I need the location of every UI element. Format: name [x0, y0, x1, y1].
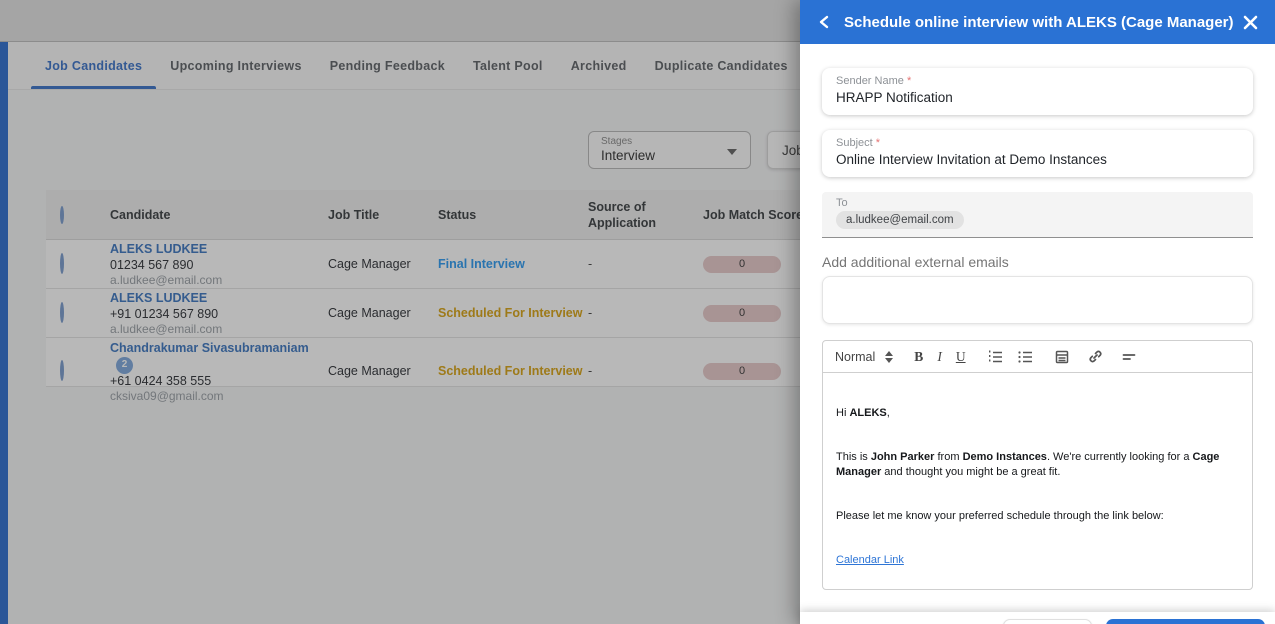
underline-button[interactable]: U — [956, 349, 966, 365]
drawer-title: Schedule online interview with ALEKS (Ca… — [844, 13, 1234, 31]
subject-label: Subject * — [836, 137, 881, 149]
required-asterisk: * — [906, 75, 912, 87]
subject-field[interactable]: Subject * Online Interview Invitation at… — [822, 130, 1253, 177]
additional-emails-label: Add additional external emails — [822, 254, 1009, 270]
to-label: To — [836, 197, 848, 209]
sender-name-label: Sender Name * — [836, 75, 912, 87]
drawer-footer: Cancel Schedule Interview — [800, 612, 1275, 624]
ordered-list-icon[interactable] — [987, 349, 1003, 365]
additional-emails-input[interactable] — [822, 276, 1253, 324]
italic-button[interactable]: I — [937, 349, 942, 365]
bold-button[interactable]: B — [914, 349, 923, 365]
insert-table-icon[interactable] — [1054, 349, 1070, 365]
calendar-link[interactable]: Calendar Link — [836, 554, 904, 566]
email-body-editor[interactable]: Normal B I U Hi ALEKS, This is John Park… — [822, 340, 1253, 590]
screen: Job Candidates Upcoming Interviews Pendi… — [0, 0, 1275, 624]
editor-toolbar: Normal B I U — [823, 341, 1252, 373]
drawer-body: Sender Name * HRAPP Notification Subject… — [800, 68, 1275, 624]
intro-paragraph: This is John Parker from Demo Instances.… — [836, 451, 1220, 478]
close-icon[interactable] — [1239, 11, 1261, 33]
insert-link-icon[interactable] — [1087, 348, 1104, 365]
recipient-email-chip[interactable]: a.ludkee@email.com — [836, 211, 964, 229]
required-asterisk: * — [875, 137, 881, 149]
schedule-request-line: Please let me know your preferred schedu… — [836, 510, 1164, 522]
sender-name-value: HRAPP Notification — [836, 90, 953, 105]
cancel-button[interactable]: Cancel — [1003, 619, 1093, 624]
format-sort-arrows-icon[interactable] — [885, 350, 894, 363]
schedule-interview-button[interactable]: Schedule Interview — [1106, 619, 1265, 624]
to-field[interactable]: To a.ludkee@email.com — [822, 192, 1253, 238]
schedule-interview-drawer: Schedule online interview with ALEKS (Ca… — [800, 0, 1275, 624]
subject-value: Online Interview Invitation at Demo Inst… — [836, 152, 1107, 167]
align-lines-icon[interactable] — [1121, 349, 1137, 365]
paragraph-format-select[interactable]: Normal — [835, 350, 875, 364]
greeting-line: Hi ALEKS, — [836, 407, 890, 419]
drawer-header: Schedule online interview with ALEKS (Ca… — [800, 0, 1275, 44]
email-body-content[interactable]: Hi ALEKS, This is John Parker from Demo … — [823, 373, 1252, 568]
bullet-list-icon[interactable] — [1017, 349, 1033, 365]
sender-name-field[interactable]: Sender Name * HRAPP Notification — [822, 68, 1253, 115]
back-chevron-icon[interactable] — [814, 11, 836, 33]
